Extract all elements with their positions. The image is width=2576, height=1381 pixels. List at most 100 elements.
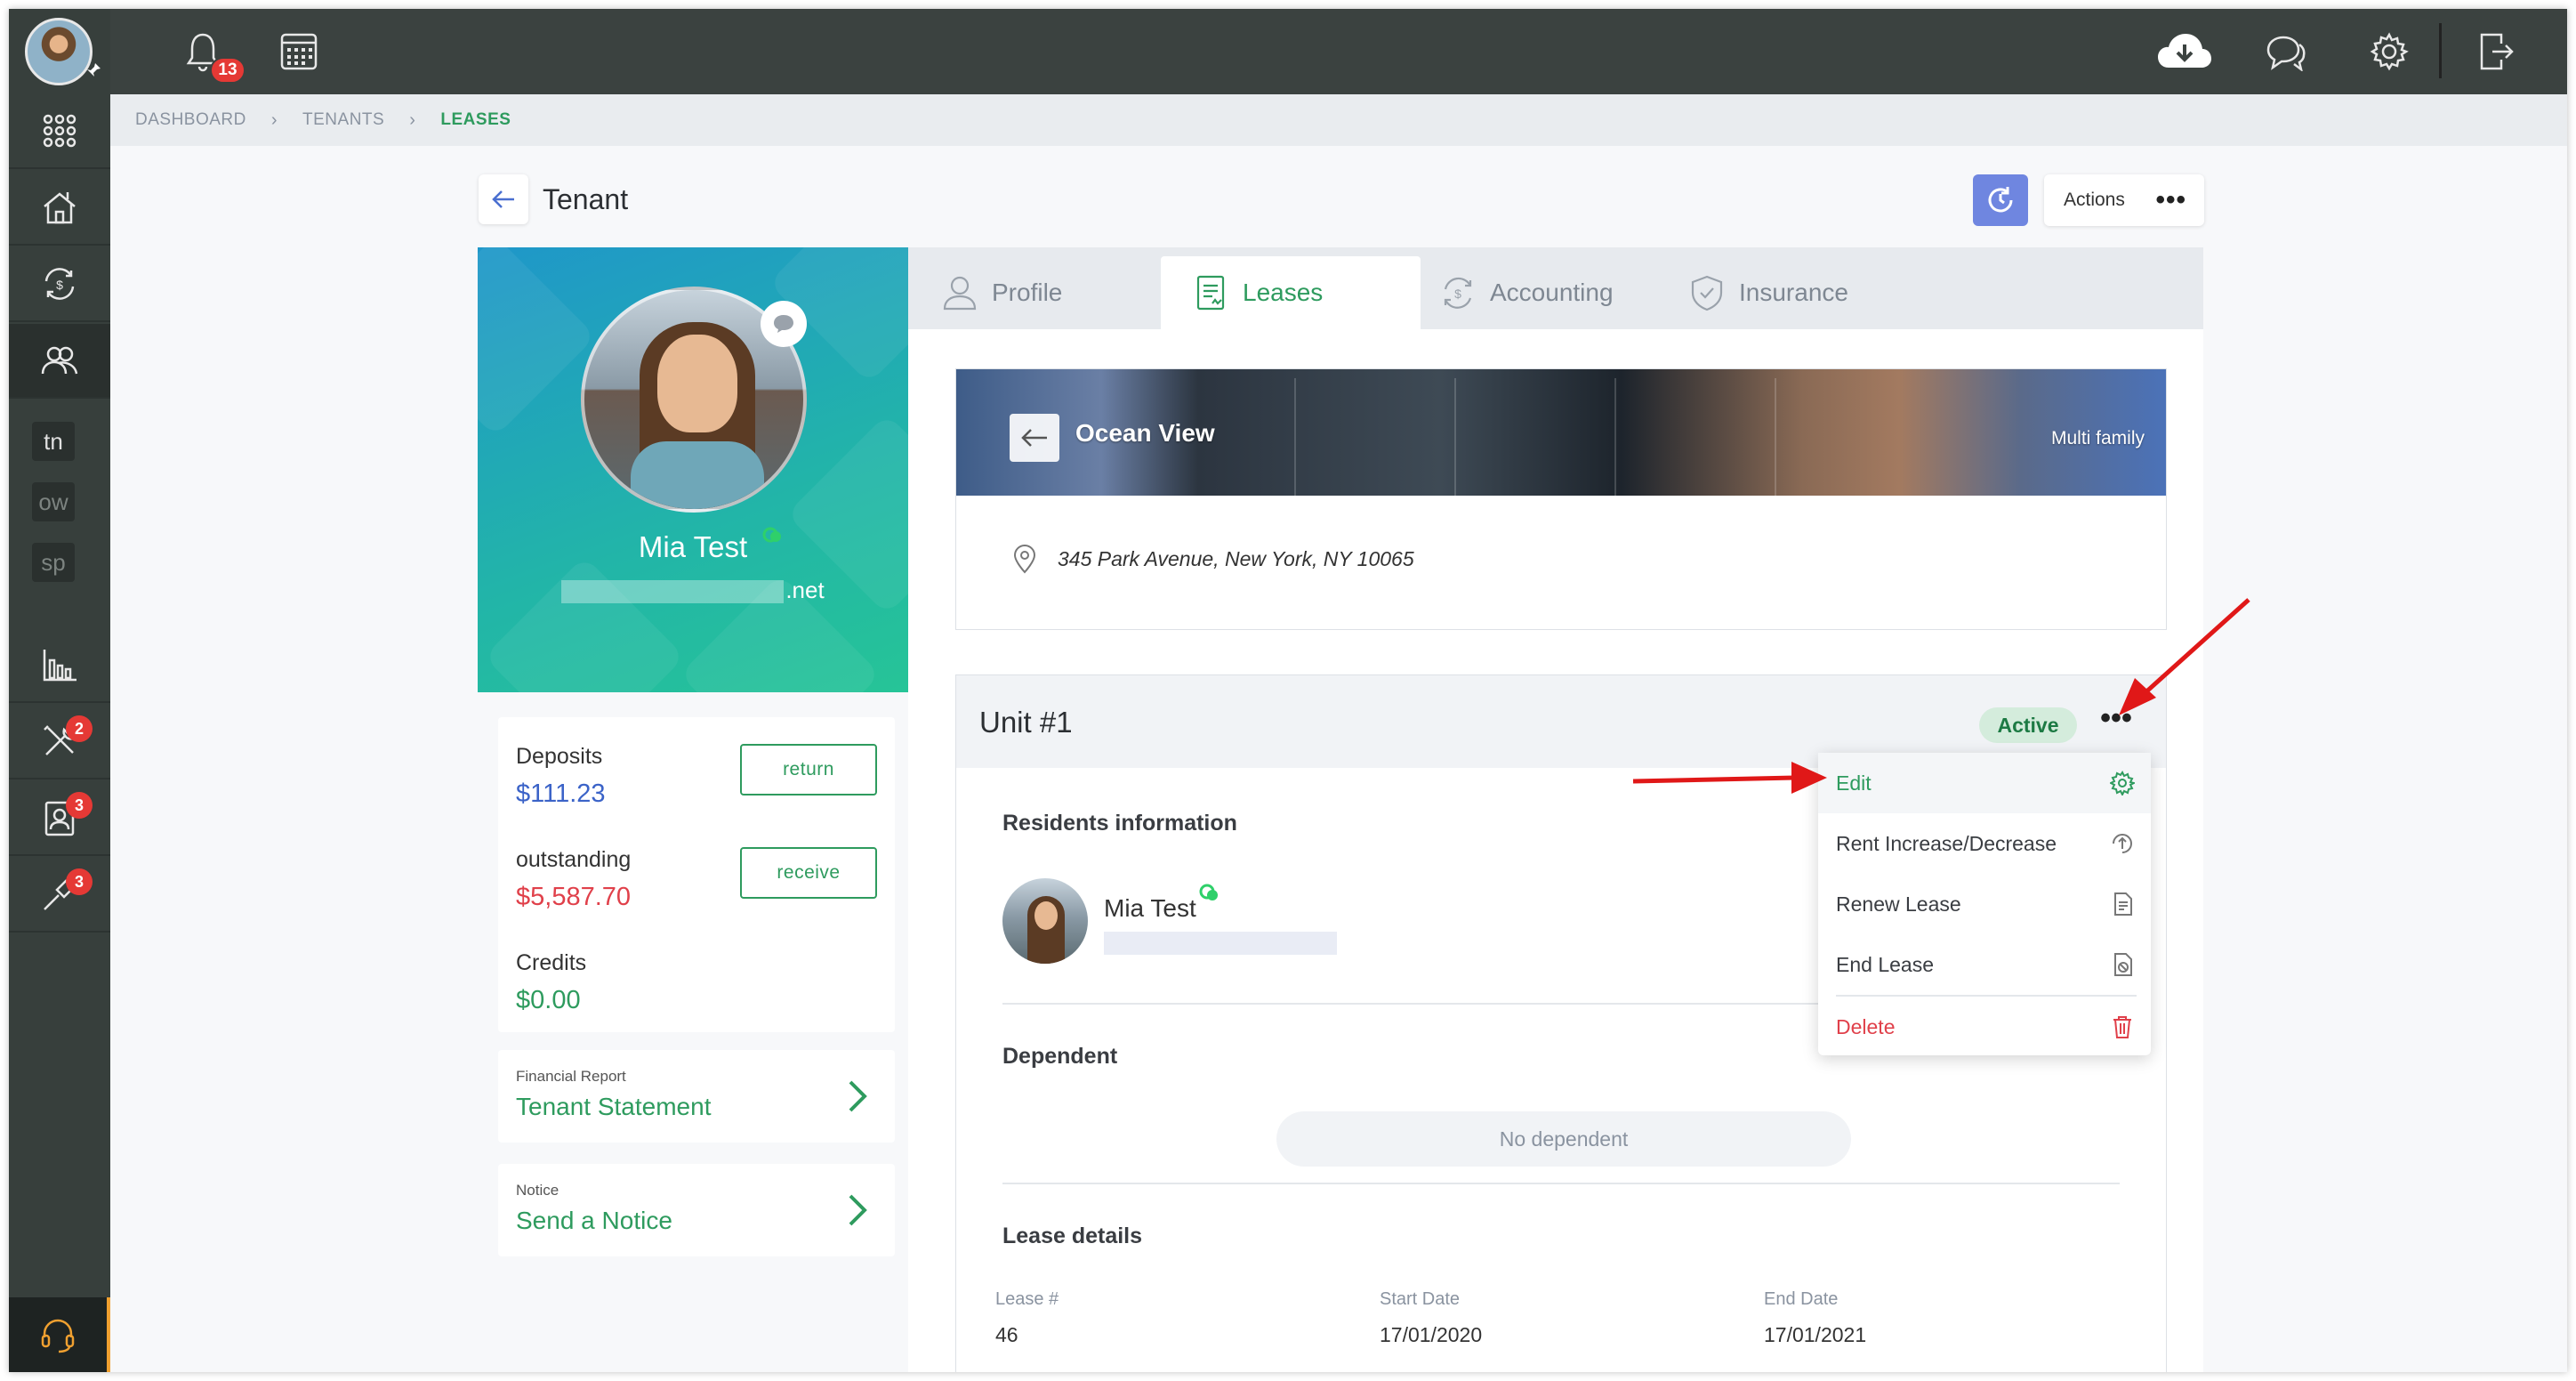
start-date-value: 17/01/2020	[1380, 1323, 1483, 1346]
topbar-divider	[2439, 23, 2442, 78]
tenant-tabs: Profile Leases $ Accounting Insurance	[908, 247, 2203, 329]
breadcrumb-dashboard[interactable]: DASHBOARD	[135, 110, 246, 130]
back-button[interactable]	[479, 174, 528, 224]
sidebar-item-people[interactable]	[9, 324, 110, 399]
logout-button[interactable]	[2473, 28, 2519, 75]
app-window: $ tn ow sp 2 3 3 13 DASHBOARD › TENANTS …	[9, 9, 2567, 1372]
tab-label: Leases	[1243, 279, 1324, 306]
property-address: 345 Park Avenue, New York, NY 10065	[1011, 544, 1414, 574]
menu-item-label: Renew Lease	[1836, 892, 1961, 916]
report-title: Tenant Statement	[516, 1093, 712, 1120]
lease-document-icon	[1196, 275, 1225, 311]
properties-icon	[44, 192, 76, 224]
balance-card: Deposits $111.23 return outstanding $5,5…	[498, 717, 895, 1032]
sidebar: $ tn ow sp 2 3 3	[9, 9, 110, 1372]
calendar-icon	[280, 33, 318, 70]
menu-item-delete[interactable]: Delete	[1818, 997, 2151, 1057]
apps-grid-icon	[43, 114, 76, 148]
online-status-icon	[762, 527, 781, 543]
chat-icon	[2266, 36, 2306, 71]
refresh-clock-icon	[1988, 187, 2013, 213]
actions-label: Actions	[2064, 190, 2125, 210]
more-dots-icon: •••	[2100, 701, 2132, 735]
credits-label: Credits	[516, 950, 587, 975]
unit-more-button[interactable]: •••	[2093, 699, 2139, 745]
tenant-email: .net	[478, 577, 908, 604]
tenant-name: Mia Test	[638, 530, 748, 563]
lease-details-title: Lease details	[1002, 1224, 1143, 1248]
status-badge: Active	[1979, 707, 2077, 743]
tab-label: Accounting	[1490, 279, 1614, 306]
user-icon	[943, 276, 977, 311]
sidebar-item-apps[interactable]	[9, 94, 110, 169]
property-card: Ocean View Multi family 345 Park Avenue,…	[955, 368, 2167, 630]
sidebar-item-reports[interactable]	[9, 628, 110, 703]
breadcrumb: DASHBOARD › TENANTS › LEASES	[110, 94, 2567, 146]
unit-actions-menu: Edit Rent Increase/Decrease Renew Lease …	[1818, 753, 2151, 1055]
tab-label: Profile	[992, 279, 1063, 306]
report-caption: Financial Report	[516, 1068, 626, 1085]
resident-name[interactable]: Mia Test	[1104, 894, 1196, 923]
calendar-button[interactable]	[276, 28, 322, 75]
chevron-right-icon: ›	[270, 109, 278, 130]
user-avatar[interactable]	[25, 18, 93, 85]
menu-item-edit[interactable]: Edit	[1818, 753, 2151, 813]
sidebar-item-payments[interactable]: $	[9, 247, 110, 322]
cloud-download-icon	[2158, 34, 2211, 68]
people-icon	[41, 346, 78, 375]
sidebar-item-tn[interactable]: tn	[32, 422, 75, 461]
deposits-label: Deposits	[516, 744, 603, 769]
tools-badge: 3	[66, 868, 93, 895]
menu-item-end-lease[interactable]: End Lease	[1818, 934, 2151, 995]
divider	[1002, 1183, 2120, 1184]
chat-button[interactable]	[2263, 28, 2309, 75]
sidebar-item-ow[interactable]: ow	[32, 482, 75, 521]
resident-avatar	[1002, 878, 1088, 964]
contacts-badge: 3	[66, 792, 93, 819]
profile-card: Mia Test .net	[478, 247, 908, 692]
sidebar-item-sp[interactable]: sp	[32, 543, 75, 582]
tab-label: Insurance	[1739, 279, 1848, 306]
return-button[interactable]: return	[740, 744, 877, 795]
topbar: 13	[110, 9, 2567, 94]
cloud-download-button[interactable]	[2156, 28, 2213, 75]
tab-leases[interactable]: Leases	[1161, 256, 1421, 329]
tenant-statement-link[interactable]: Financial Report Tenant Statement	[498, 1050, 895, 1143]
breadcrumb-leases: LEASES	[440, 110, 511, 129]
refresh-button[interactable]	[1973, 174, 2028, 226]
maintenance-badge: 2	[66, 715, 93, 742]
message-tenant-button[interactable]	[761, 301, 807, 347]
payments-icon: $	[44, 268, 75, 300]
property-back-button[interactable]	[1010, 414, 1059, 462]
page-title: Tenant	[543, 183, 629, 215]
sidebar-item-properties[interactable]	[9, 171, 110, 246]
property-name[interactable]: Ocean View	[1075, 419, 1215, 448]
notifications-button[interactable]: 13	[180, 28, 246, 84]
actions-button[interactable]: Actions •••	[2044, 174, 2204, 226]
chat-bubble-icon	[774, 315, 793, 333]
tab-accounting[interactable]: $ Accounting	[1438, 256, 1652, 329]
logout-icon	[2480, 33, 2514, 70]
support-button[interactable]	[9, 1297, 110, 1372]
sidebar-item-tools[interactable]: 3	[9, 858, 110, 933]
sidebar-item-contacts[interactable]: 3	[9, 781, 110, 856]
menu-item-renew-lease[interactable]: Renew Lease	[1818, 874, 2151, 934]
sidebar-item-label: tn	[44, 427, 63, 455]
receive-button[interactable]: receive	[740, 847, 877, 899]
settings-button[interactable]	[2366, 28, 2412, 75]
more-dots-icon: •••	[2155, 185, 2186, 214]
breadcrumb-tenants[interactable]: TENANTS	[302, 110, 384, 130]
svg-text:$: $	[1454, 287, 1461, 301]
sidebar-item-maintenance[interactable]: 2	[9, 705, 110, 779]
lease-number-label: Lease #	[995, 1289, 1059, 1309]
trash-icon	[2113, 1016, 2131, 1038]
outstanding-label: outstanding	[516, 847, 632, 872]
tab-insurance[interactable]: Insurance	[1687, 256, 1901, 329]
chevron-right-icon	[849, 1080, 867, 1112]
send-notice-link[interactable]: Notice Send a Notice	[498, 1164, 895, 1256]
email-redacted	[561, 580, 785, 604]
tab-profile[interactable]: Profile	[940, 256, 1065, 329]
menu-item-rent-change[interactable]: Rent Increase/Decrease	[1818, 813, 2151, 874]
pin-icon	[85, 62, 101, 83]
credits-value: $0.00	[516, 986, 581, 1014]
